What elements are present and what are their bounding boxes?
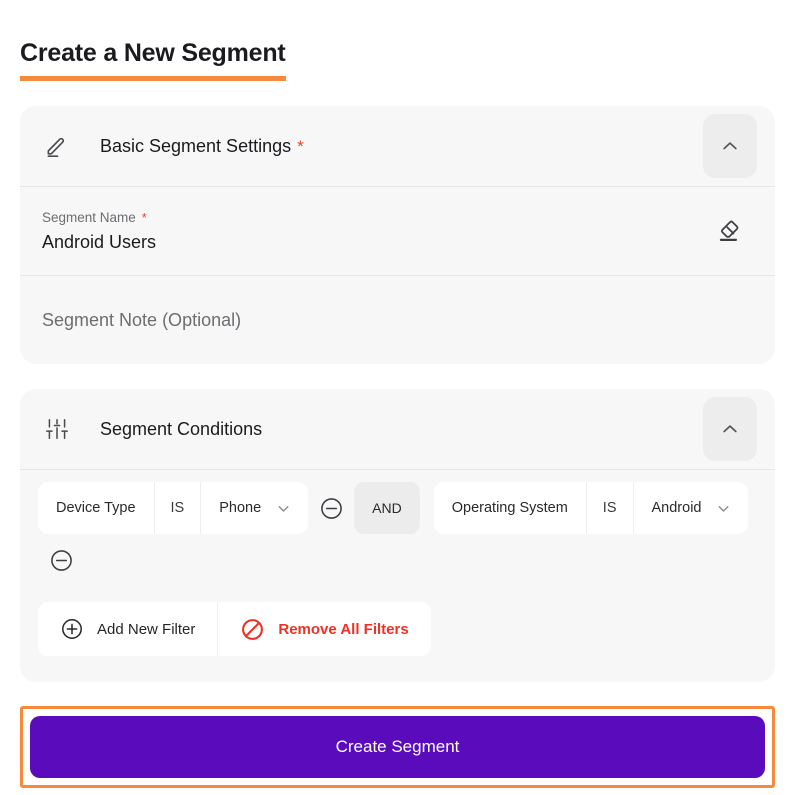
required-asterisk: * xyxy=(297,136,304,156)
page-title-container: Create a New Segment xyxy=(20,0,775,81)
segment-name-label: Segment Name xyxy=(42,209,136,225)
segment-name-input[interactable]: Android Users xyxy=(42,232,713,253)
ban-prohibition-icon xyxy=(240,617,265,642)
segment-conditions-header: Segment Conditions xyxy=(20,389,775,469)
segment-name-field: Segment Name * Android Users xyxy=(42,210,713,253)
eraser-icon[interactable] xyxy=(713,214,747,248)
basic-settings-header: Basic Segment Settings * xyxy=(20,106,775,186)
filter-joiner-and[interactable]: AND xyxy=(354,482,420,534)
filter-attribute-select[interactable]: Device Type xyxy=(38,482,154,534)
filter-value-text: Android xyxy=(651,500,702,516)
filter-operator-select[interactable]: IS xyxy=(153,482,201,534)
segment-name-label-group: Segment Name * xyxy=(42,210,713,225)
filter-actions-bar: Add New Filter Remove All Filters xyxy=(38,602,431,656)
create-segment-page: Create a New Segment Basic Segment Setti… xyxy=(0,0,795,795)
basic-settings-title: Basic Segment Settings xyxy=(100,135,292,156)
filter-value-select[interactable]: Android xyxy=(632,482,749,534)
segment-conditions-collapse-button[interactable] xyxy=(703,397,757,461)
add-new-filter-label: Add New Filter xyxy=(97,620,196,638)
segment-note-field-row[interactable]: Segment Note (Optional) xyxy=(20,276,775,364)
segment-name-field-row[interactable]: Segment Name * Android Users xyxy=(20,187,775,275)
sliders-filter-icon xyxy=(42,414,72,444)
segment-conditions-card: Segment Conditions Device Type IS Phone xyxy=(20,389,775,682)
remove-filter-button[interactable] xyxy=(38,534,84,586)
filter-rows: Device Type IS Phone AND Operating Syste… xyxy=(38,482,757,586)
segment-note-field: Segment Note (Optional) xyxy=(42,310,753,331)
segment-conditions-title-group: Segment Conditions xyxy=(100,419,262,440)
plus-circle-icon xyxy=(60,617,84,641)
remove-filter-button[interactable] xyxy=(308,482,354,534)
page-title: Create a New Segment xyxy=(20,38,286,81)
filter-row: Operating System IS Android xyxy=(433,482,749,534)
minus-circle-icon xyxy=(320,497,342,519)
filter-value-text: Phone xyxy=(219,500,262,516)
segment-conditions-title: Segment Conditions xyxy=(100,418,263,439)
segment-note-input[interactable]: Segment Note (Optional) xyxy=(42,310,753,331)
filter-row: Device Type IS Phone xyxy=(38,482,309,534)
basic-segment-settings-card: Basic Segment Settings * Segment Name * … xyxy=(20,106,775,364)
segment-conditions-body: Device Type IS Phone AND Operating Syste… xyxy=(20,470,775,682)
chevron-down-icon xyxy=(715,500,732,517)
minus-circle-icon xyxy=(50,549,72,571)
basic-settings-collapse-button[interactable] xyxy=(703,114,757,178)
chevron-up-icon xyxy=(723,425,737,433)
required-asterisk: * xyxy=(141,209,147,225)
filter-attribute-select[interactable]: Operating System xyxy=(434,482,586,534)
filter-value-select[interactable]: Phone xyxy=(200,482,308,534)
create-segment-highlight-box: Create Segment xyxy=(20,706,775,788)
create-segment-button[interactable]: Create Segment xyxy=(30,716,765,778)
remove-all-filters-label: Remove All Filters xyxy=(278,620,409,638)
remove-all-filters-button[interactable]: Remove All Filters xyxy=(217,602,430,656)
chevron-up-icon xyxy=(723,142,737,150)
basic-settings-title-group: Basic Segment Settings * xyxy=(100,136,304,157)
chevron-down-icon xyxy=(275,500,292,517)
add-new-filter-button[interactable]: Add New Filter xyxy=(38,602,217,656)
filter-operator-select[interactable]: IS xyxy=(585,482,633,534)
pencil-edit-icon xyxy=(42,131,72,161)
